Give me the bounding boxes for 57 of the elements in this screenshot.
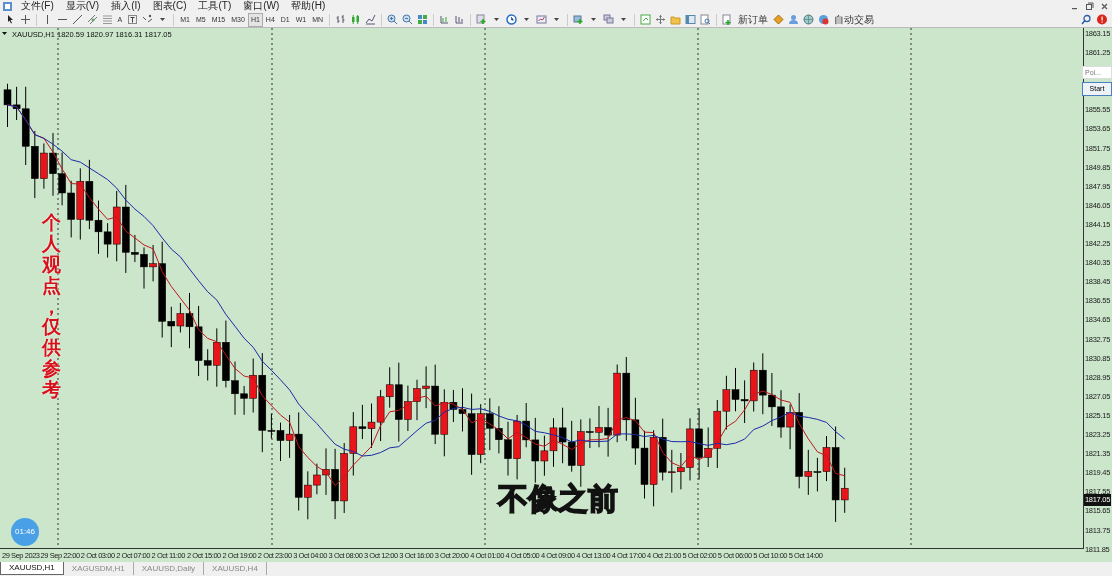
menu-item[interactable]: 插入(I) [105, 0, 147, 12]
label-icon[interactable] [127, 14, 139, 25]
candlestick-icon[interactable] [350, 14, 362, 25]
candlestick [731, 367, 740, 412]
search-icon[interactable] [1080, 14, 1092, 25]
clock-icon[interactable] [506, 14, 518, 25]
tile-icon[interactable] [417, 14, 429, 25]
candlestick [549, 417, 558, 468]
candlestick [376, 389, 385, 442]
candlestick [640, 430, 649, 499]
person-icon[interactable] [788, 14, 800, 25]
fibonacci-icon[interactable] [101, 14, 113, 25]
menu-item[interactable]: 窗口(W) [237, 0, 286, 12]
candlestick [367, 403, 376, 449]
candlestick [722, 375, 731, 431]
move-icon[interactable] [655, 14, 667, 25]
crosshair-icon[interactable] [19, 14, 31, 25]
candlestick [85, 159, 94, 230]
chart-tab[interactable]: XAUUSD,H1 [0, 562, 64, 575]
new-order-button[interactable]: 新订单 [735, 12, 772, 27]
candlestick [813, 457, 822, 492]
menu-item[interactable]: 显示(V) [59, 0, 106, 12]
globe-icon[interactable] [803, 14, 815, 25]
candlestick [3, 83, 12, 128]
chart-icon[interactable] [640, 14, 652, 25]
dropdown-arrow-icon[interactable] [2, 32, 7, 35]
menu-item[interactable]: 工具(T) [192, 0, 238, 12]
restore-icon[interactable] [1084, 0, 1095, 12]
line-chart-icon[interactable] [365, 14, 377, 25]
auto-trading-button[interactable]: 自动交易 [831, 12, 878, 27]
candlestick [631, 397, 640, 466]
zoom-out-icon[interactable] [402, 14, 414, 25]
zoom-in-icon[interactable] [387, 14, 399, 25]
channel-icon[interactable] [86, 14, 98, 25]
trendline-icon[interactable] [71, 14, 83, 25]
menu-item[interactable]: 图表(C) [146, 0, 193, 12]
alert-icon[interactable] [1095, 14, 1108, 25]
candlestick [740, 379, 749, 424]
menu-item[interactable]: 文件(F) [15, 0, 60, 12]
timer-badge: 01:46 [11, 518, 39, 546]
candlestick [749, 361, 758, 413]
caption: 不像之前 [498, 481, 618, 517]
chart-shift-icon[interactable] [454, 14, 466, 25]
menu-item[interactable]: 帮助(H) [285, 0, 332, 12]
candlestick [567, 420, 576, 473]
candlestick [558, 407, 567, 464]
candlestick [658, 418, 667, 481]
gem-icon[interactable] [773, 14, 785, 25]
arrows-icon[interactable] [142, 14, 154, 25]
new-order-icon[interactable] [722, 14, 734, 25]
auto-trading-icon[interactable] [818, 14, 830, 25]
autoscroll-icon[interactable] [439, 14, 451, 25]
candlestick [476, 403, 485, 464]
tester-icon[interactable] [700, 14, 712, 25]
side-caption: 个人观点，仅供参考 [42, 213, 61, 401]
bar-chart-icon[interactable] [335, 14, 347, 25]
panel-icon[interactable] [685, 14, 697, 25]
